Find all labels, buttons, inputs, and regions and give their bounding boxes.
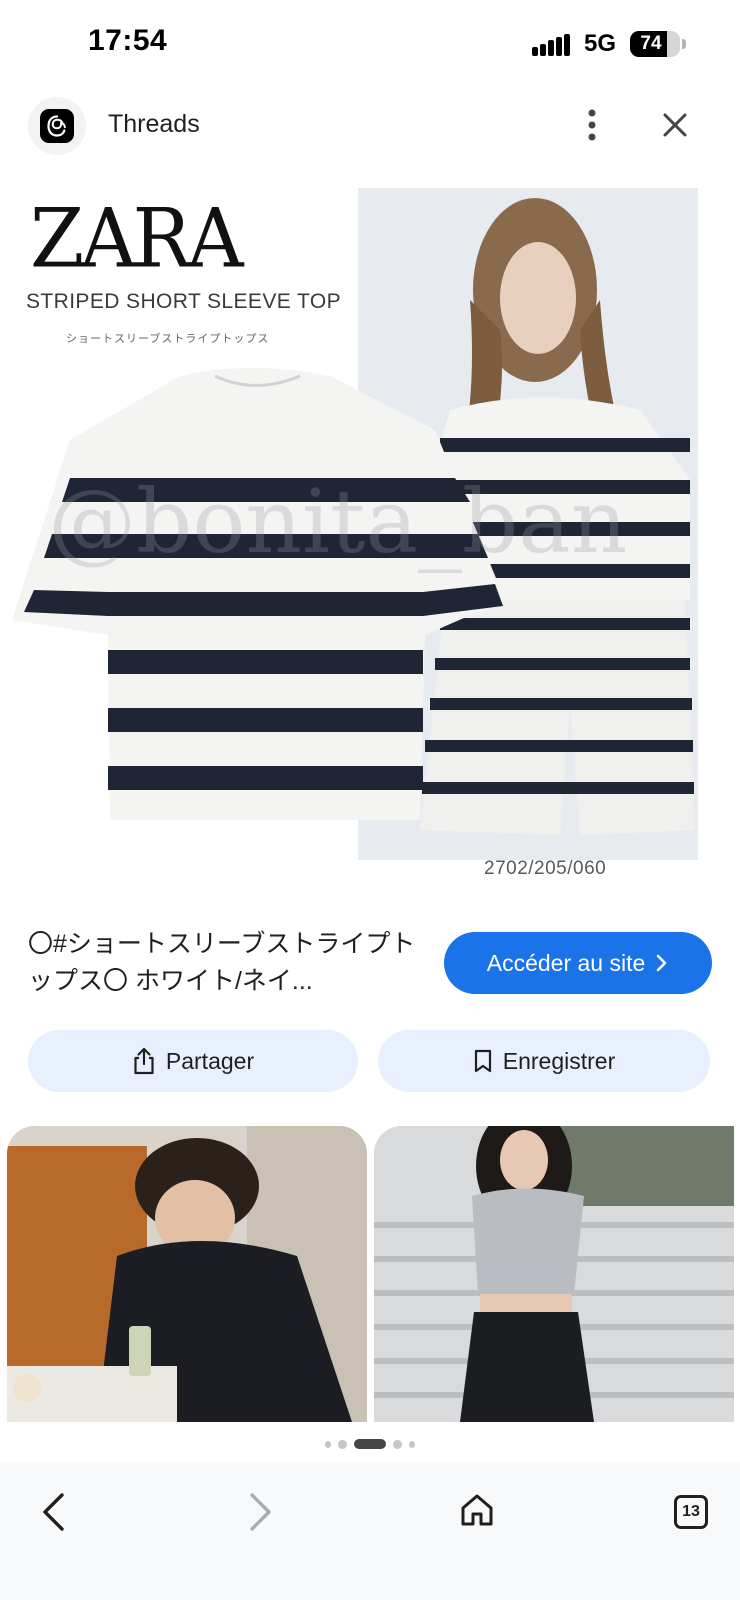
share-label: Partager [165,1047,255,1074]
related-photo-1 [7,1126,367,1422]
product-title: STRIPED SHORT SLEEVE TOP [26,290,341,313]
image-watermark: @bonita_ban [48,470,628,573]
result-caption: 〇#ショートスリーブストライプトップス〇 ホワイト/ネイ... [28,930,416,995]
threads-logo-icon[interactable] [28,97,86,155]
signal-strength-icon [532,34,572,56]
save-label: Enregistrer [502,1047,616,1074]
page-dot [393,1439,402,1449]
page-dot [408,1440,415,1448]
home-icon[interactable] [452,1480,502,1540]
related-image-2[interactable] [374,1126,734,1422]
source-header: Threads [0,90,740,180]
save-button[interactable]: Enregistrer [378,1030,710,1092]
status-bar: 17:54 5G 74 [0,0,740,90]
network-type: 5G [584,30,617,57]
main-product-image[interactable]: ZARA STRIPED SHORT SLEEVE TOP ショートスリーブスト… [0,180,740,900]
tab-switcher-button[interactable]: 13 [666,1482,716,1542]
battery-icon: 74 [630,31,680,57]
product-subtitle: ショートスリーブストライプトップス [66,333,270,345]
page-indicator [325,1437,415,1451]
visit-site-button[interactable]: Accéder au site [444,932,712,994]
share-button[interactable]: Partager [28,1030,358,1092]
battery-tip [682,39,686,49]
related-image-1[interactable] [7,1126,367,1422]
bottom-navigation: 13 [0,1462,740,1600]
forward-arrow-icon[interactable] [236,1482,286,1542]
visit-site-label: Accéder au site [486,949,646,976]
back-arrow-icon[interactable] [28,1482,78,1542]
battery-percent: 74 [640,33,662,54]
bookmark-icon [474,1049,491,1073]
share-icon [134,1047,154,1075]
page-dot [338,1439,347,1449]
status-time: 17:54 [88,24,168,57]
product-code: 2702/205/060 [484,858,607,879]
more-vert-icon[interactable] [572,100,612,150]
tab-count: 13 [674,1495,708,1529]
brand-logo: ZARA [30,191,244,287]
related-photo-2 [374,1126,734,1422]
page-dot-active [353,1439,387,1449]
close-icon[interactable] [652,102,698,148]
page-dot [325,1440,332,1448]
chevron-right-icon [656,954,667,972]
source-app-name[interactable]: Threads [108,110,200,139]
